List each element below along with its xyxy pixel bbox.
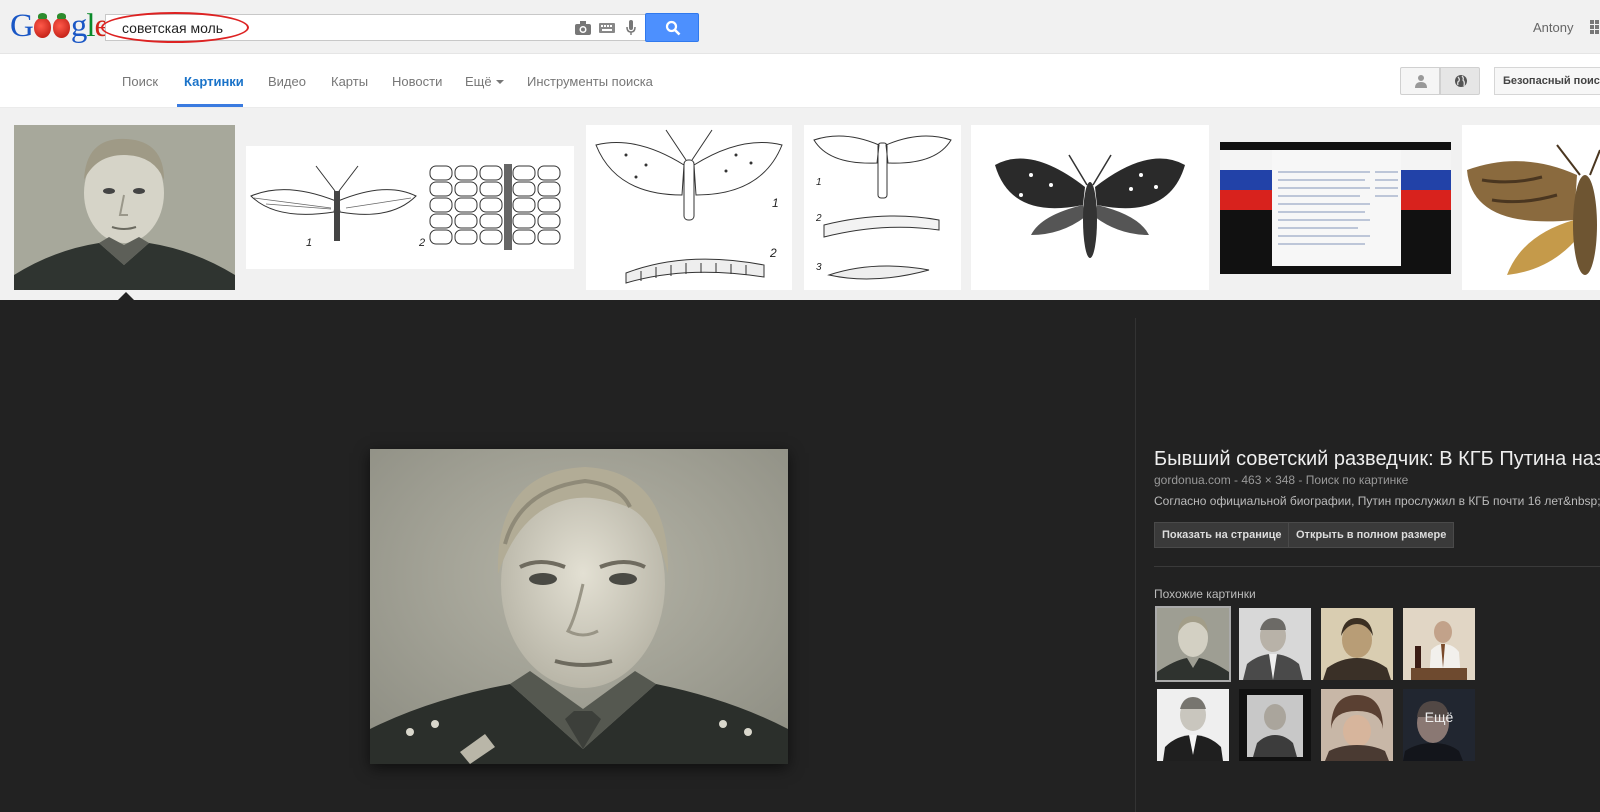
portrait-photo-icon xyxy=(1157,608,1229,680)
portrait-suit-photo-icon xyxy=(1239,608,1311,680)
thumbnail-moth-lifecycle[interactable]: 1 2 3 xyxy=(804,125,961,290)
related-image-3[interactable] xyxy=(1321,608,1393,680)
thumbnail-portrait[interactable] xyxy=(14,125,235,290)
portrait-helmet-photo-icon xyxy=(1321,689,1393,761)
tab-images[interactable]: Картинки xyxy=(184,74,244,89)
preview-description: Согласно официальной биографии, Путин пр… xyxy=(1154,494,1600,508)
google-logo[interactable]: Ggle xyxy=(10,8,109,44)
tab-more-label: Ещё xyxy=(465,74,492,89)
tab-maps[interactable]: Карты xyxy=(331,74,368,89)
brown-moth-icon xyxy=(1462,125,1600,290)
related-image-1[interactable] xyxy=(1155,606,1231,682)
svg-text:2: 2 xyxy=(769,246,777,260)
tab-more[interactable]: Ещё xyxy=(465,74,504,89)
apps-grid-icon[interactable] xyxy=(1590,20,1600,34)
related-images-label: Похожие картинки xyxy=(1154,587,1256,601)
preview-image[interactable] xyxy=(370,449,788,764)
svg-text:3: 3 xyxy=(816,262,822,273)
page: Ggle Antony Поиск Картинки Видео Карты Н… xyxy=(0,0,1600,812)
portrait-bottle-photo-icon xyxy=(1403,608,1475,680)
svg-text:2: 2 xyxy=(815,213,822,224)
user-name[interactable]: Antony xyxy=(1533,20,1573,35)
globe-icon xyxy=(1455,75,1467,87)
portrait-dark-photo-icon xyxy=(1403,689,1475,761)
russian-flag-document-icon xyxy=(1220,142,1451,274)
personal-results-button[interactable] xyxy=(1400,67,1440,95)
safe-search-button[interactable]: Безопасный поиск xyxy=(1494,67,1600,95)
moth-larva-icon: 1 2 xyxy=(586,125,792,290)
tab-search[interactable]: Поиск xyxy=(122,74,158,89)
top-bar: Ggle Antony xyxy=(0,0,1600,54)
search-button[interactable] xyxy=(645,13,699,42)
tab-search-tools[interactable]: Инструменты поиска xyxy=(527,74,653,89)
moth-lifecycle-icon: 1 2 3 xyxy=(804,125,961,290)
search-nav: Поиск Картинки Видео Карты Новости Ещё И… xyxy=(0,54,1600,108)
related-image-2[interactable] xyxy=(1239,608,1311,680)
microphone-icon[interactable] xyxy=(622,20,640,36)
related-image-5[interactable] xyxy=(1157,689,1229,761)
search-icon xyxy=(665,20,681,36)
active-tab-underline xyxy=(177,104,243,107)
person-icon xyxy=(1415,75,1427,88)
view-full-size-button[interactable]: Открыть в полном размере xyxy=(1288,522,1455,548)
portrait-photo-large-icon xyxy=(370,449,788,764)
svg-text:1: 1 xyxy=(306,237,312,249)
preview-divider xyxy=(1135,318,1136,812)
thumbnail-moth-eggs[interactable]: 1 2 xyxy=(246,146,574,269)
portrait-bw-photo-icon xyxy=(1157,689,1229,761)
related-image-8[interactable] xyxy=(1403,689,1475,761)
thumbnail-moth-ink[interactable] xyxy=(971,125,1209,290)
portrait-photo-icon xyxy=(14,125,235,290)
moth-drawing-icon: 1 2 xyxy=(246,146,574,269)
preview-meta[interactable]: gordonua.com - 463 × 348 - Поиск по карт… xyxy=(1154,473,1408,487)
thumbnail-brown-moth[interactable] xyxy=(1462,125,1600,290)
portrait-sepia-photo-icon xyxy=(1321,608,1393,680)
related-image-4[interactable] xyxy=(1403,608,1475,680)
chevron-down-icon xyxy=(495,80,504,84)
preview-title[interactable]: Бывший советский разведчик: В КГБ Путина… xyxy=(1154,448,1600,471)
visit-page-button[interactable]: Показать на странице xyxy=(1154,522,1290,548)
svg-text:2: 2 xyxy=(418,237,425,249)
related-image-6[interactable] xyxy=(1239,689,1311,761)
tab-video[interactable]: Видео xyxy=(268,74,306,89)
moth-ink-icon xyxy=(971,125,1209,290)
global-results-button[interactable] xyxy=(1440,67,1480,95)
preview-separator xyxy=(1154,566,1600,567)
svg-text:1: 1 xyxy=(816,177,822,188)
related-image-7[interactable] xyxy=(1321,689,1393,761)
svg-text:1: 1 xyxy=(772,196,779,210)
tab-news[interactable]: Новости xyxy=(392,74,442,89)
search-box[interactable] xyxy=(101,12,647,43)
keyboard-icon[interactable] xyxy=(598,20,616,36)
thumbnail-moth-larva[interactable]: 1 2 xyxy=(586,125,792,290)
more-related-label[interactable]: Ещё xyxy=(1403,709,1475,725)
search-input[interactable] xyxy=(122,20,322,36)
camera-icon[interactable] xyxy=(574,20,592,36)
thumbnail-flag-document[interactable] xyxy=(1220,142,1451,274)
portrait-framed-photo-icon xyxy=(1239,689,1311,761)
